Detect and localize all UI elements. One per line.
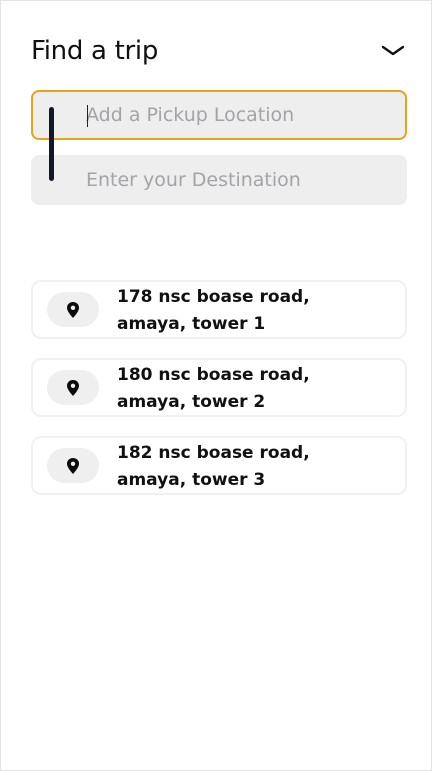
- location-pin-icon: [67, 301, 79, 318]
- collapse-button[interactable]: [379, 37, 407, 65]
- pickup-input[interactable]: [86, 92, 393, 138]
- trip-panel: Find a trip 178 nsc boase road, amaya, t…: [0, 0, 432, 771]
- suggestion-address: 182 nsc boase road, amaya, tower 3: [117, 443, 310, 490]
- suggestion-address: 180 nsc boase road, amaya, tower 2: [117, 365, 310, 412]
- suggestion-item[interactable]: 180 nsc boase road, amaya, tower 2: [31, 358, 407, 417]
- panel-header: Find a trip: [31, 31, 407, 71]
- location-pin-icon: [67, 457, 79, 474]
- pin-badge: [47, 292, 99, 327]
- suggestion-item[interactable]: 178 nsc boase road, amaya, tower 1: [31, 280, 407, 339]
- pin-badge: [47, 448, 99, 483]
- text-caret: [87, 105, 88, 127]
- suggestion-address: 178 nsc boase road, amaya, tower 1: [117, 287, 310, 334]
- destination-input[interactable]: [86, 156, 394, 204]
- chevron-down-icon: [381, 45, 405, 56]
- pickup-field[interactable]: [31, 90, 407, 140]
- suggestion-item[interactable]: 182 nsc boase road, amaya, tower 3: [31, 436, 407, 495]
- route-connector-line: [49, 107, 54, 181]
- page-title: Find a trip: [31, 36, 159, 66]
- pin-badge: [47, 370, 99, 405]
- destination-field[interactable]: [31, 155, 407, 205]
- location-pin-icon: [67, 379, 79, 396]
